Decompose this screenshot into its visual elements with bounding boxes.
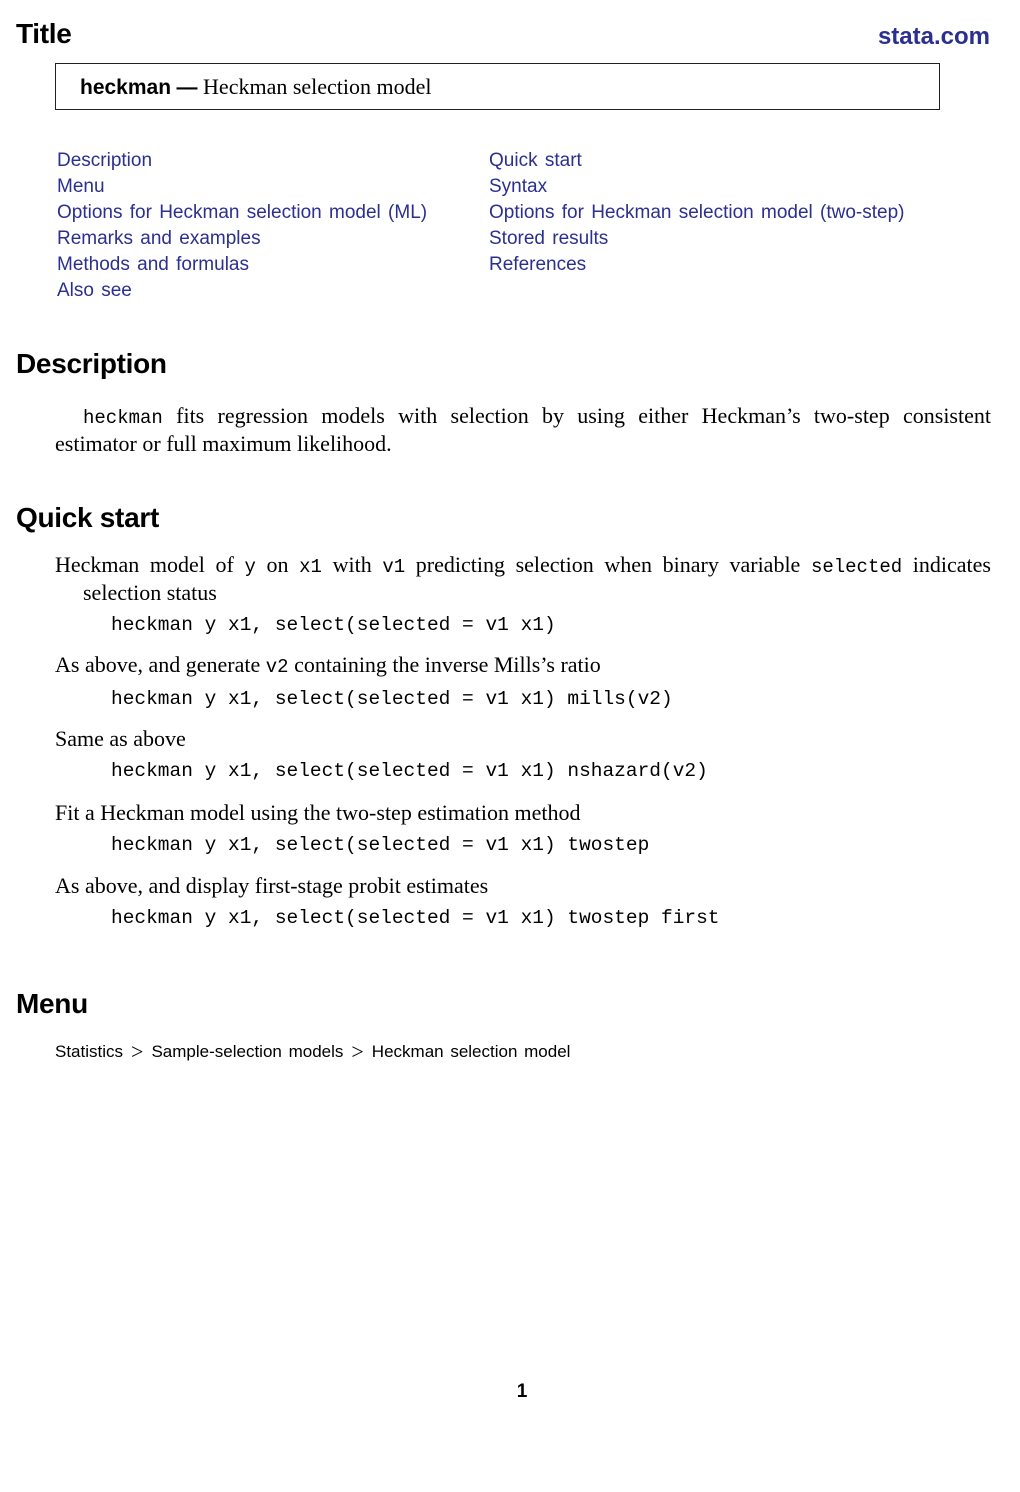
toc-link-remarks-examples[interactable]: Remarks and examples	[57, 228, 261, 249]
description-text: containing the inverse Mills’s ratio	[288, 652, 601, 677]
chevron-right-icon: >	[131, 1039, 144, 1064]
description-text: Fit a Heckman model using the two-step e…	[55, 800, 581, 825]
menu-path: Statistics > Sample-selection models > Heckm…	[55, 1037, 571, 1064]
toc-link-options-ml[interactable]: Options for Heckman selection model (ML)	[57, 202, 427, 223]
toc-left-column: Description Menu Options for Heckman sel…	[57, 148, 427, 304]
description-text: on	[255, 552, 300, 577]
quick-start-description: Heckman model of y on x1 with v1 predict…	[55, 552, 991, 606]
toc-link-options-two-step[interactable]: Options for Heckman selection model (two…	[489, 202, 905, 223]
stata-com-link[interactable]: stata.com	[878, 23, 990, 51]
quick-start-description: Fit a Heckman model using the two-step e…	[55, 800, 991, 826]
toc-link-also-see[interactable]: Also see	[57, 280, 132, 301]
quick-start-command: heckman y x1, select(selected = v1 x1) n…	[111, 760, 708, 782]
inline-code: y	[244, 556, 256, 578]
description-text: fits regression models with selection by…	[55, 403, 991, 456]
description-paragraph: heckman fits regression models with sele…	[55, 403, 991, 457]
inline-code: v2	[265, 656, 289, 678]
quick-start-command: heckman y x1, select(selected = v1 x1) m…	[111, 688, 673, 710]
quick-start-command: heckman y x1, select(selected = v1 x1) t…	[111, 834, 650, 856]
page-number: 1	[516, 1381, 528, 1402]
quick-start-item: As above, and generate v2 containing the…	[55, 652, 991, 712]
toc-link-stored-results[interactable]: Stored results	[489, 228, 608, 249]
quick-start-item: Fit a Heckman model using the two-step e…	[55, 800, 991, 858]
quick-start-item: Heckman model of y on x1 with v1 predict…	[55, 552, 991, 638]
menu-path-statistics: Statistics	[55, 1042, 124, 1061]
inline-code: v1	[382, 556, 406, 578]
toc-link-methods-formulas[interactable]: Methods and formulas	[57, 254, 249, 275]
section-heading-menu: Menu	[16, 988, 88, 1019]
title-box: heckman — Heckman selection model	[55, 63, 940, 110]
quick-start-command: heckman y x1, select(selected = v1 x1) t…	[111, 907, 720, 929]
quick-start-command: heckman y x1, select(selected = v1 x1)	[111, 614, 556, 636]
quick-start-item: Same as above heckman y x1, select(select…	[55, 726, 991, 784]
quick-start-description: Same as above	[55, 726, 991, 752]
title-box-content: heckman — Heckman selection model	[80, 74, 432, 100]
description-text: predicting selection when binary variabl…	[405, 552, 811, 577]
toc-link-syntax[interactable]: Syntax	[489, 176, 547, 197]
toc-link-references[interactable]: References	[489, 254, 586, 275]
section-heading-title: Title	[16, 18, 72, 49]
quick-start-description: As above, and generate v2 containing the…	[55, 652, 991, 680]
toc-link-description[interactable]: Description	[57, 150, 152, 171]
menu-path-sample-selection-models: Sample-selection models	[151, 1042, 344, 1061]
section-heading-quick-start: Quick start	[16, 502, 159, 533]
quick-start-item: As above, and display first-stage probit…	[55, 873, 991, 931]
inline-command: heckman	[83, 407, 163, 429]
menu-path-heckman-selection-model: Heckman selection model	[371, 1042, 571, 1061]
description-text: As above, and display first-stage probit…	[55, 873, 489, 898]
quick-start-description: As above, and display first-stage probit…	[55, 873, 991, 899]
toc-right-column: Quick start Syntax Options for Heckman s…	[489, 148, 905, 278]
toc-link-menu[interactable]: Menu	[57, 176, 105, 197]
description-text: As above, and generate	[55, 652, 266, 677]
toc-link-quick-start[interactable]: Quick start	[489, 150, 582, 171]
chevron-right-icon: >	[351, 1039, 364, 1064]
command-name: heckman	[80, 76, 172, 99]
inline-code: selected	[810, 556, 903, 578]
description-text: with	[321, 552, 383, 577]
description-text: Heckman model of	[55, 552, 245, 577]
command-description: Heckman selection model	[203, 74, 432, 99]
section-heading-description: Description	[16, 348, 167, 379]
em-dash: —	[176, 76, 198, 99]
inline-code: x1	[299, 556, 322, 578]
description-text: Same as above	[55, 726, 186, 751]
